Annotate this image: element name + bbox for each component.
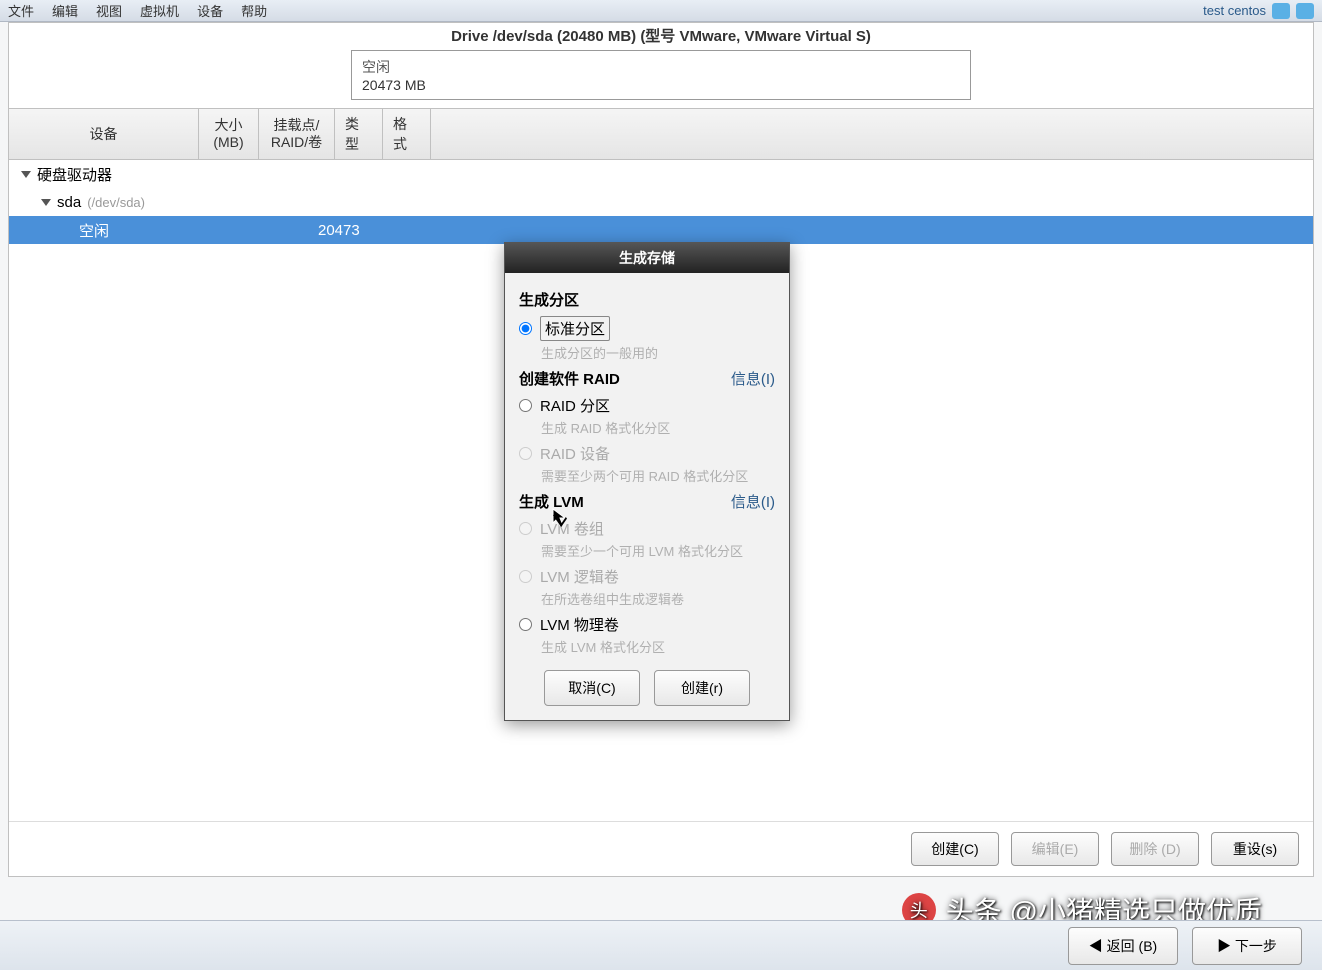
radio-raid-dev-input (519, 447, 532, 460)
radio-lvm-vg-input (519, 522, 532, 535)
desc-lvm-lv: 在所选卷组中生成逻辑卷 (541, 589, 775, 608)
expand-icon[interactable] (41, 199, 51, 206)
radio-lvm-pv[interactable]: LVM 物理卷 (519, 614, 775, 635)
col-type[interactable]: 类型 (335, 109, 383, 159)
dialog-title: 生成存储 (505, 243, 789, 273)
menubar: 文件 编辑 视图 虚拟机 设备 帮助 test centos (0, 0, 1322, 22)
menu-help[interactable]: 帮助 (241, 1, 267, 20)
tree-free-label: 空闲 (79, 220, 199, 241)
tree-root-label: 硬盘驱动器 (37, 164, 112, 185)
table-header: 设备 大小 (MB) 挂载点/ RAID/卷 类型 格式 (9, 108, 1313, 160)
tree-disk-path: (/dev/sda) (87, 195, 145, 210)
delete-button: 删除 (D) (1111, 832, 1199, 866)
menu-device[interactable]: 设备 (197, 1, 223, 20)
menu-view[interactable]: 视图 (96, 1, 122, 20)
expand-icon[interactable] (21, 171, 31, 178)
tree-disk-row[interactable]: sda (/dev/sda) (9, 188, 1313, 216)
menu-edit[interactable]: 编辑 (52, 1, 78, 20)
panel-buttons: 创建(C) 编辑(E) 删除 (D) 重设(s) (9, 821, 1313, 876)
tree-root-row[interactable]: 硬盘驱动器 (9, 160, 1313, 188)
wizard-footer: ◀ 返回 (B) ▶ 下一步 (0, 920, 1322, 970)
back-button[interactable]: ◀ 返回 (B) (1068, 927, 1178, 965)
tree-free-size: 20473 (223, 222, 1313, 239)
drive-free-label: 空闲 (362, 57, 960, 77)
col-size[interactable]: 大小 (MB) (199, 109, 259, 159)
create-button[interactable]: 创建(C) (911, 832, 999, 866)
raid-info-link[interactable]: 信息(I) (731, 368, 775, 389)
radio-raid-part-input[interactable] (519, 399, 532, 412)
dialog-cancel-button[interactable]: 取消(C) (544, 670, 640, 706)
tree-free-row[interactable]: 空闲 20473 (9, 216, 1313, 244)
radio-lvm-pv-input[interactable] (519, 618, 532, 631)
radio-raid-device: RAID 设备 (519, 443, 775, 464)
desc-raid-part: 生成 RAID 格式化分区 (541, 418, 775, 437)
lvm-info-link[interactable]: 信息(I) (731, 491, 775, 512)
desc-raid-dev: 需要至少两个可用 RAID 格式化分区 (541, 466, 775, 485)
drive-title: Drive /dev/sda (20480 MB) (型号 VMware, VM… (9, 25, 1313, 46)
edit-button: 编辑(E) (1011, 832, 1099, 866)
menu-vm[interactable]: 虚拟机 (140, 1, 179, 20)
col-format[interactable]: 格式 (383, 109, 431, 159)
desc-standard: 生成分区的一般用的 (541, 343, 775, 362)
menu-file[interactable]: 文件 (8, 1, 34, 20)
radio-raid-partition[interactable]: RAID 分区 (519, 395, 775, 416)
radio-standard-input[interactable] (519, 322, 532, 335)
radio-lvm-lv-input (519, 570, 532, 583)
radio-standard-partition[interactable]: 标准分区 (519, 316, 775, 341)
desc-lvm-vg: 需要至少一个可用 LVM 格式化分区 (541, 541, 775, 560)
col-device[interactable]: 设备 (9, 109, 199, 159)
desc-lvm-pv: 生成 LVM 格式化分区 (541, 637, 775, 656)
vm-name-label: test centos (1203, 3, 1266, 18)
section-raid: 创建软件 RAID 信息(I) (519, 368, 775, 389)
col-mount[interactable]: 挂载点/ RAID/卷 (259, 109, 335, 159)
drive-usage-box: 空闲 20473 MB (351, 50, 971, 100)
reset-button[interactable]: 重设(s) (1211, 832, 1299, 866)
radio-lvm-lv: LVM 逻辑卷 (519, 566, 775, 587)
next-button[interactable]: ▶ 下一步 (1192, 927, 1302, 965)
chat-icon[interactable] (1272, 3, 1290, 19)
create-storage-dialog: 生成存储 生成分区 标准分区 生成分区的一般用的 创建软件 RAID 信息(I)… (504, 242, 790, 721)
chat-icon-2[interactable] (1296, 3, 1314, 19)
tree-disk-label: sda (57, 194, 81, 211)
mouse-cursor-icon (552, 508, 566, 528)
drive-free-size: 20473 MB (362, 77, 960, 93)
dialog-create-button[interactable]: 创建(r) (654, 670, 750, 706)
section-partition: 生成分区 (519, 289, 775, 310)
